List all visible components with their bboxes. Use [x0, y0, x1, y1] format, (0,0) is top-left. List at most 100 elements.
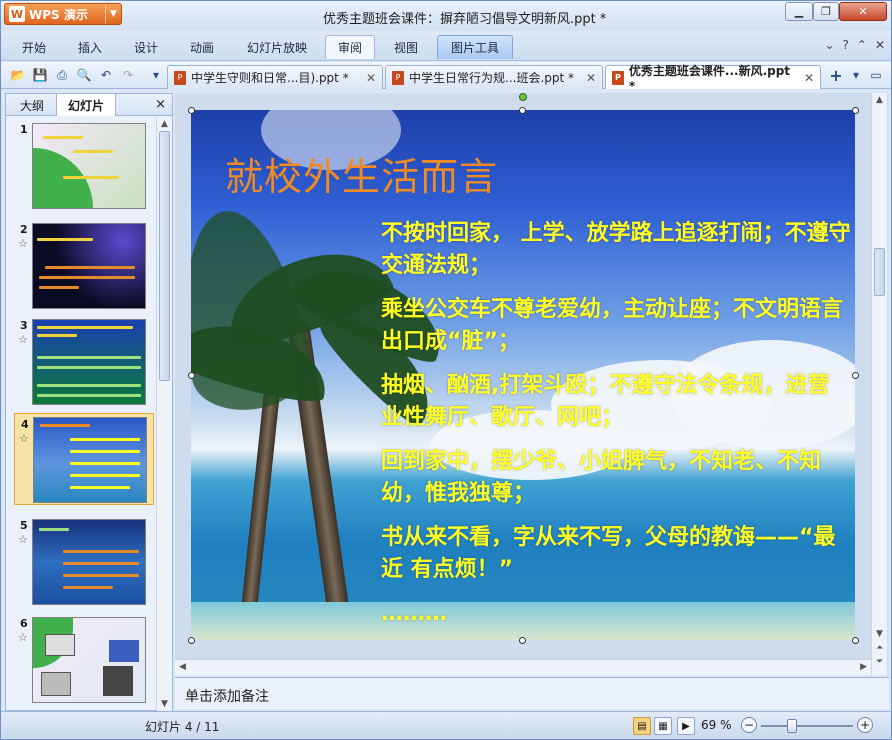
slide-thumbnail-row-selected[interactable]: 4 ☆ [14, 413, 154, 505]
close-icon[interactable]: × [155, 97, 166, 112]
zoom-slider-thumb[interactable] [787, 719, 797, 733]
resize-handle[interactable] [852, 372, 859, 379]
scroll-down-icon[interactable]: ▼ [876, 629, 883, 639]
slide-body-text[interactable]: 不按时回家， 上学、放学路上追逐打闹；不遵守交通法规； 乘坐公交车不尊老爱幼，主… [381, 218, 851, 640]
resize-handle[interactable] [852, 107, 859, 114]
slide-thumbnail-row[interactable]: 6 ☆ [6, 613, 156, 705]
scroll-left-icon[interactable]: ◀ [179, 662, 186, 672]
notes-pane[interactable]: 单击添加备注 [175, 677, 889, 709]
chevron-down-icon[interactable]: ▼ [105, 4, 121, 24]
slide-thumbnail[interactable] [33, 417, 147, 503]
resize-handle[interactable] [852, 637, 859, 644]
slide-thumbnail-row[interactable]: 1 [6, 119, 156, 211]
thumb-text-line [40, 424, 90, 427]
undo-icon[interactable]: ↶ [97, 66, 115, 84]
slide-thumbnail[interactable] [32, 223, 146, 309]
print-preview-icon[interactable]: 🔍 [75, 66, 93, 84]
zoom-slider-track[interactable] [761, 725, 853, 727]
tab-view[interactable]: 视图 [383, 35, 429, 59]
thumb-text-line [70, 438, 140, 441]
zoom-out-icon[interactable]: − [741, 717, 757, 733]
wps-logo-icon: W [9, 6, 25, 22]
animation-star-icon: ☆ [18, 631, 28, 644]
slide-sorter-icon[interactable]: ▦ [654, 717, 672, 735]
thumb-clipart [103, 666, 133, 696]
tab-review[interactable]: 审阅 [325, 35, 375, 59]
thumb-text-line [63, 574, 139, 577]
minimize-ribbon-icon[interactable]: ⌃ [857, 38, 867, 52]
doc-tab-1[interactable]: P 中学生守则和日常...目).ppt * ✕ [167, 65, 383, 89]
vertical-scrollbar[interactable]: ▲ ▼ ⏶ ⏷ [871, 93, 887, 675]
bullet-line: 书从来不看，字从来不写，父母的教诲——“最近 有点烦！” [381, 525, 836, 582]
tab-picture-tools[interactable]: 图片工具 [437, 35, 513, 59]
tab-animation[interactable]: 动画 [179, 35, 225, 59]
scroll-thumb[interactable] [874, 248, 885, 296]
slide-thumbnail[interactable] [32, 617, 146, 703]
resize-handle[interactable] [188, 107, 195, 114]
rotate-handle[interactable] [519, 93, 527, 101]
bullet-line: 不按时回家， 上学、放学路上追逐打闹；不遵守交通法规； [381, 221, 851, 278]
slideshow-icon[interactable]: ▶ [677, 717, 695, 735]
close-icon[interactable]: ✕ [875, 38, 885, 52]
open-icon[interactable]: 📂 [9, 66, 27, 84]
wps-menu-button[interactable]: W WPS 演示 ▼ [4, 3, 122, 25]
close-icon[interactable]: ✕ [839, 2, 887, 21]
thumb-text-line [39, 528, 69, 531]
tab-layout-icon[interactable]: ▭ [867, 66, 885, 84]
doc-tab-2[interactable]: P 中学生日常行为规...班会.ppt * ✕ [385, 65, 603, 89]
save-icon[interactable]: 💾 [31, 66, 49, 84]
customize-icon[interactable]: ▾ [147, 66, 165, 84]
panel-scrollbar[interactable]: ▲ ▼ [156, 117, 172, 711]
help-icon[interactable]: ? [843, 38, 849, 52]
thumb-text-line [37, 238, 93, 241]
thumb-text-line [63, 176, 119, 179]
restore-icon[interactable]: ❐ [813, 2, 839, 21]
slide-canvas[interactable]: 就校外生活而言 不按时回家， 上学、放学路上追逐打闹；不遵守交通法规； 乘坐公交… [191, 110, 855, 640]
slide-thumbnail-row[interactable]: 5 ☆ [6, 515, 156, 607]
doc-tab-3[interactable]: P 优秀主题班会课件...新风.ppt * ✕ [605, 64, 821, 93]
tab-design[interactable]: 设计 [123, 35, 169, 59]
slide-thumbnail[interactable] [32, 519, 146, 605]
slide-title[interactable]: 就校外生活而言 [225, 146, 498, 201]
zoom-in-icon[interactable]: + [857, 717, 873, 733]
new-tab-icon[interactable]: + [827, 66, 845, 85]
animation-star-icon: ☆ [18, 237, 28, 250]
tab-slides[interactable]: 幻灯片 [56, 94, 116, 116]
scroll-thumb[interactable] [159, 131, 170, 381]
bullet-line: ……… [381, 601, 447, 626]
resize-handle[interactable] [188, 372, 195, 379]
resize-handle[interactable] [188, 637, 195, 644]
minimize-icon[interactable]: ▁ [785, 2, 813, 21]
close-tab-icon[interactable]: ✕ [586, 71, 596, 85]
normal-view-icon[interactable]: ▤ [633, 717, 651, 735]
close-tab-icon[interactable]: ✕ [804, 71, 814, 85]
next-slide-icon[interactable]: ⏷ [876, 657, 883, 667]
scroll-up-icon[interactable]: ▲ [876, 95, 883, 105]
slide-thumbnail-row[interactable]: 3 ☆ [6, 315, 156, 407]
scroll-down-icon[interactable]: ▼ [161, 699, 168, 709]
tab-insert[interactable]: 插入 [67, 35, 113, 59]
title-bar: W WPS 演示 ▼ 优秀主题班会课件：摒弃陋习倡导文明新风.ppt * ▁ ❐… [1, 1, 891, 31]
slide-thumbnail[interactable] [32, 319, 146, 405]
chevron-down-icon[interactable]: ⌄ [824, 38, 834, 52]
resize-handle[interactable] [519, 637, 526, 644]
scroll-up-icon[interactable]: ▲ [161, 119, 168, 129]
tab-home[interactable]: 开始 [11, 35, 57, 59]
resize-handle[interactable] [519, 107, 526, 114]
slide-thumbnail[interactable] [32, 123, 146, 209]
horizontal-scrollbar[interactable]: ◀ ▶ [175, 659, 871, 675]
bullet-line: 乘坐公交车不尊老爱幼，主动让座；不文明语言出口成“脏”； [381, 297, 844, 354]
print-icon[interactable]: ⎙ [53, 66, 71, 84]
tab-outline[interactable]: 大纲 [10, 94, 54, 116]
animation-star-icon: ☆ [19, 432, 29, 445]
tab-slideshow[interactable]: 幻灯片放映 [237, 35, 317, 59]
slide-thumbnail-row[interactable]: 2 ☆ [6, 219, 156, 311]
slide-number: 6 [20, 617, 28, 630]
prev-slide-icon[interactable]: ⏶ [876, 643, 883, 653]
redo-icon[interactable]: ↷ [119, 66, 137, 84]
close-tab-icon[interactable]: ✕ [366, 71, 376, 85]
slide-number: 4 [21, 418, 29, 431]
tab-list-icon[interactable]: ▾ [847, 66, 865, 84]
zoom-level: 69 % [701, 718, 732, 732]
scroll-right-icon[interactable]: ▶ [860, 662, 867, 672]
